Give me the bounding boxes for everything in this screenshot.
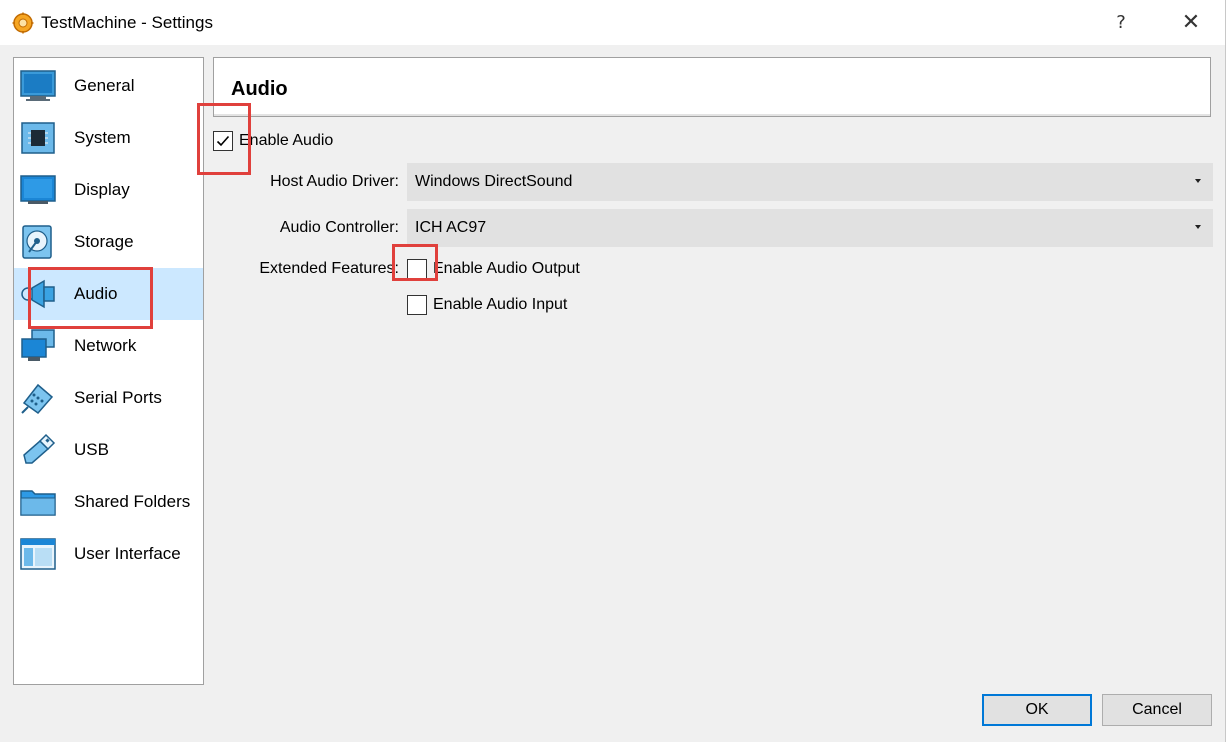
sidebar-item-label: Display	[74, 180, 130, 199]
sidebar-item-serial-ports[interactable]: Serial Ports	[14, 372, 203, 424]
dropdown-arrow-icon	[1195, 225, 1201, 229]
ok-button[interactable]: OK	[982, 694, 1092, 726]
audio-controller-value: ICH AC97	[415, 219, 487, 236]
sidebar-item-label: Storage	[74, 232, 134, 251]
sidebar-item-label: Shared Folders	[74, 492, 191, 511]
close-button[interactable]: ✕	[1176, 8, 1206, 38]
audio-controller-label: Audio Controller:	[279, 219, 399, 236]
window-title: TestMachine - Settings	[41, 13, 213, 32]
extended-features-label: Extended Features:	[259, 260, 399, 277]
sidebar-item-display[interactable]: Display	[14, 164, 203, 216]
sidebar-item-label: Network	[74, 336, 137, 355]
sidebar-item-label: Serial Ports	[74, 388, 162, 407]
enable-audio-input-label[interactable]: Enable Audio Input	[433, 296, 567, 314]
settings-sidebar: General System Display Storage Audio Net…	[13, 57, 204, 685]
network-icon	[21, 329, 55, 361]
general-monitor-icon	[20, 70, 56, 101]
virtualbox-gear-icon	[12, 12, 34, 34]
title-bar: TestMachine - Settings ? ✕	[0, 0, 1226, 45]
chip-icon	[21, 122, 55, 154]
sidebar-item-user-interface[interactable]: User Interface	[14, 528, 203, 580]
highlight-audio-output	[392, 244, 438, 281]
serial-port-icon	[21, 383, 54, 415]
folder-icon	[20, 490, 56, 516]
host-audio-driver-label: Host Audio Driver:	[270, 173, 399, 190]
sidebar-item-label: USB	[74, 440, 109, 459]
usb-icon	[23, 433, 56, 464]
enable-audio-label[interactable]: Enable Audio	[239, 132, 333, 150]
highlight-audio-item	[28, 267, 153, 329]
sidebar-item-label: User Interface	[74, 544, 181, 563]
sidebar-item-usb[interactable]: USB	[14, 424, 203, 476]
host-audio-driver-select[interactable]: Windows DirectSound	[407, 163, 1213, 201]
sidebar-item-general[interactable]: General	[14, 60, 203, 112]
user-interface-icon	[20, 538, 56, 570]
sidebar-item-storage[interactable]: Storage	[14, 216, 203, 268]
cancel-button[interactable]: Cancel	[1102, 694, 1212, 726]
dropdown-arrow-icon	[1195, 179, 1201, 183]
page-title: Audio	[231, 78, 288, 100]
audio-controller-select[interactable]: ICH AC97	[407, 209, 1213, 247]
host-audio-driver-value: Windows DirectSound	[415, 173, 573, 190]
sidebar-item-label: General	[74, 76, 135, 95]
sidebar-item-system[interactable]: System	[14, 112, 203, 164]
sidebar-item-shared-folders[interactable]: Shared Folders	[14, 476, 203, 528]
enable-audio-input-checkbox[interactable]	[407, 295, 427, 315]
page-header: Audio	[213, 57, 1211, 117]
help-button[interactable]: ?	[1106, 8, 1136, 38]
enable-audio-output-label[interactable]: Enable Audio Output	[433, 260, 580, 278]
highlight-enable-audio	[197, 103, 251, 175]
storage-disk-icon	[22, 225, 52, 259]
display-icon	[20, 175, 56, 204]
sidebar-item-label: System	[74, 128, 131, 147]
